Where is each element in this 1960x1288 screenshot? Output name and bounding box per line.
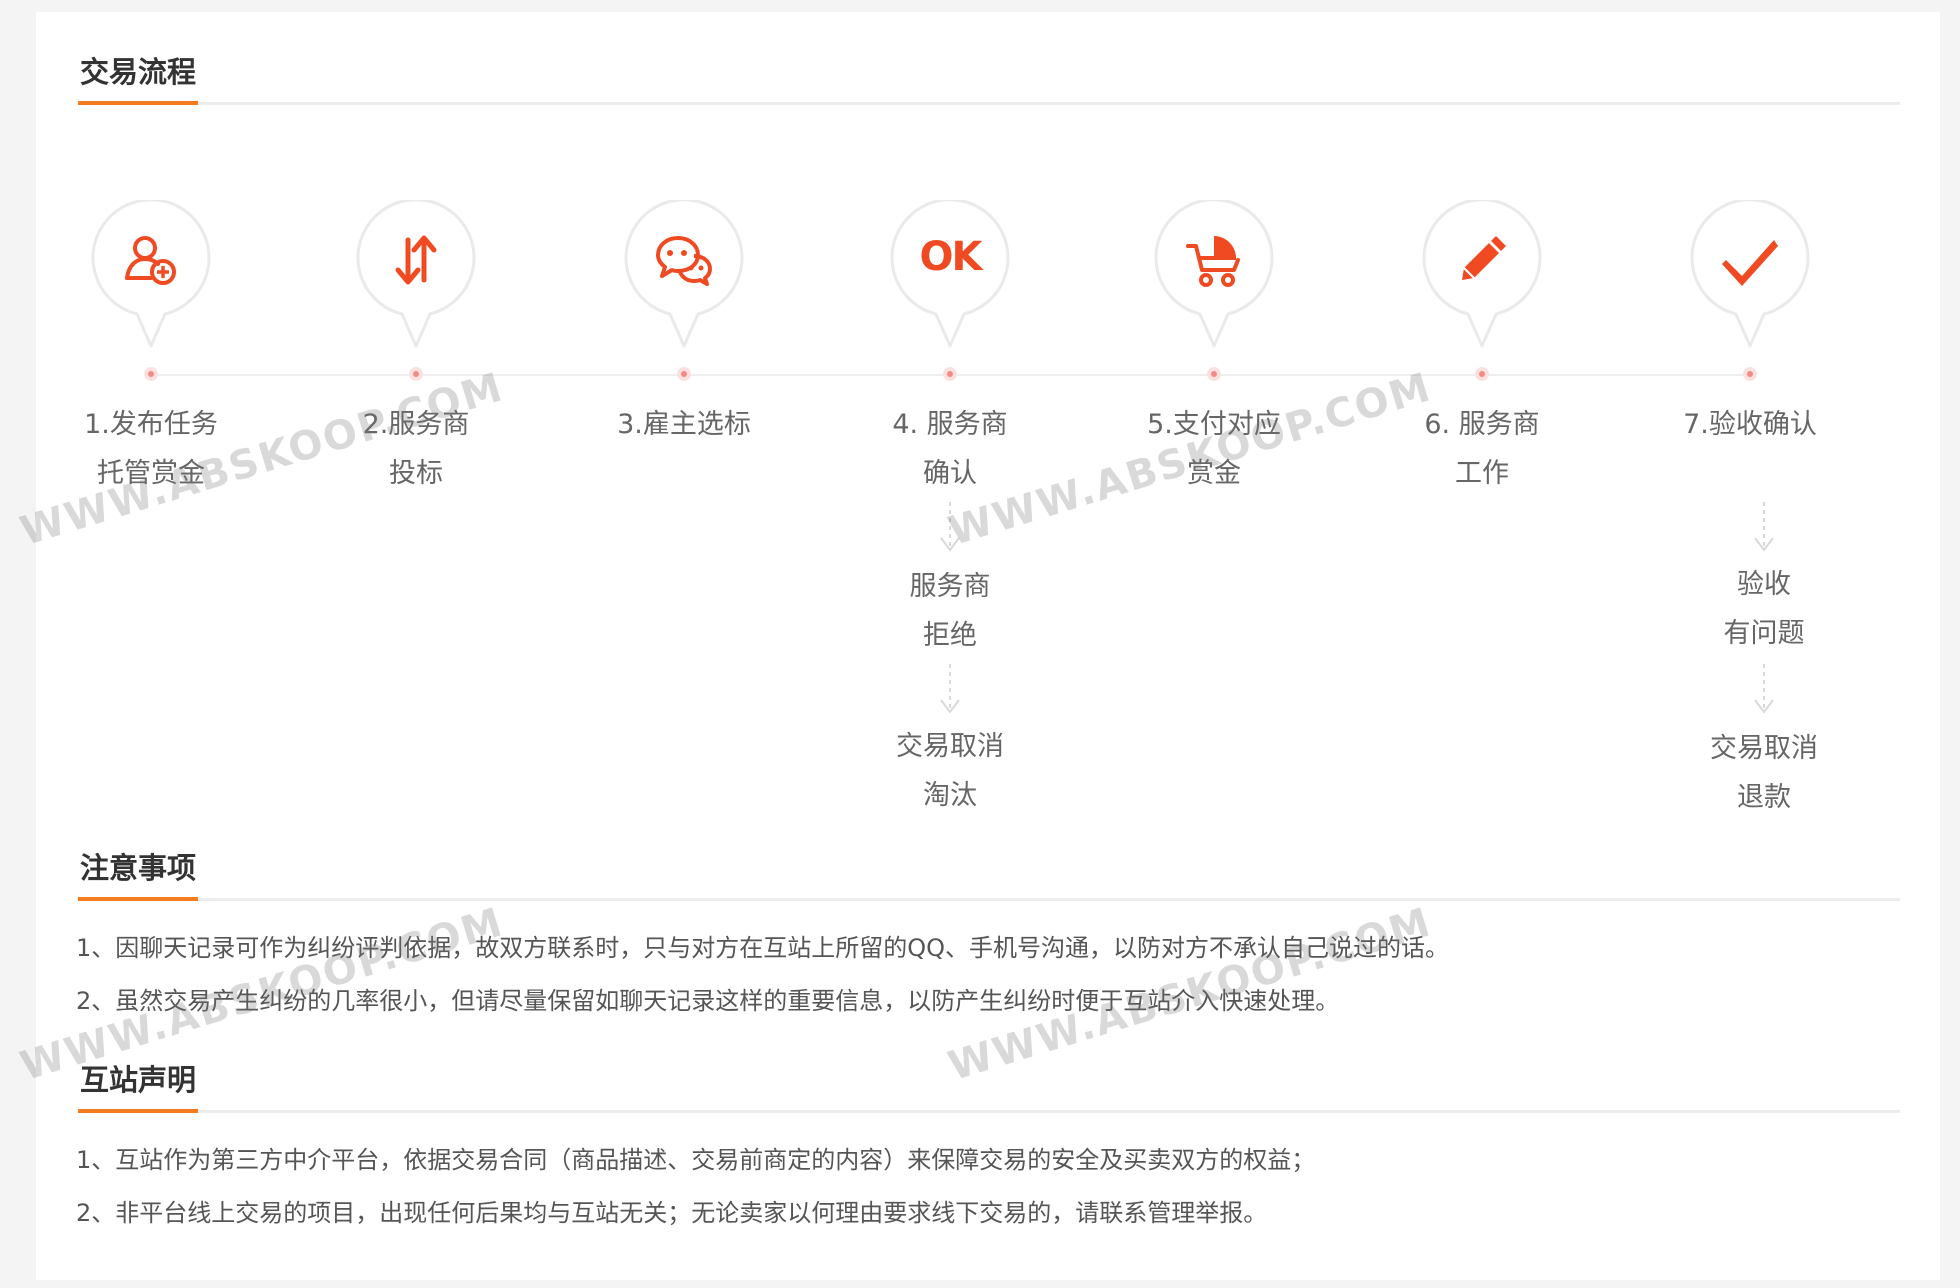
cart-icon bbox=[1186, 236, 1240, 287]
step-label: 1.发布任务 托管赏金 bbox=[16, 400, 286, 498]
step-label: 7.验收确认 bbox=[1615, 400, 1885, 449]
step-pin bbox=[624, 200, 744, 348]
step-label-line: 赏金 bbox=[1187, 458, 1241, 489]
step-label-line: 6. 服务商 bbox=[1424, 409, 1540, 440]
step-label-line: 1.发布任务 bbox=[84, 409, 218, 440]
step-label-line: 确认 bbox=[923, 458, 977, 489]
timeline-dot bbox=[943, 367, 957, 381]
step-label-line: 4. 服务商 bbox=[892, 409, 1008, 440]
step-label: 4. 服务商 确认 bbox=[815, 400, 1085, 498]
exchange-arrows-icon bbox=[395, 235, 437, 285]
statement-list: 1、互站作为第三方中介平台，依据交易合同（商品描述、交易前商定的内容）来保障交易… bbox=[76, 1134, 1896, 1240]
step-pin: OK bbox=[890, 200, 1010, 348]
step-label-line: 5.支付对应 bbox=[1147, 409, 1281, 440]
timeline-dot bbox=[409, 367, 423, 381]
step-pin bbox=[91, 200, 211, 348]
dashed-arrow-down-icon bbox=[940, 664, 960, 714]
dashed-arrow-down-icon bbox=[940, 502, 960, 552]
step-label: 3.雇主选标 bbox=[549, 400, 819, 449]
notice-item: 2、虽然交易产生纠纷的几率很小，但请尽量保留如聊天记录这样的重要信息，以防产生纠… bbox=[76, 987, 1340, 1015]
branch-cancel-eliminate-label: 交易取消 淘汰 bbox=[896, 731, 1004, 811]
checkmark-icon bbox=[1722, 240, 1778, 286]
notice-section-header: 注意事项 bbox=[78, 848, 1900, 901]
statement-section-title: 互站声明 bbox=[78, 1057, 199, 1113]
ok-icon: OK bbox=[919, 234, 983, 280]
statement-item: 2、非平台线上交易的项目，出现任何后果均与互站无关；无论卖家以何理由要求线下交易… bbox=[76, 1199, 1268, 1227]
timeline-dot bbox=[144, 367, 158, 381]
step-pin bbox=[1154, 200, 1274, 348]
step-label-line: 3.雇主选标 bbox=[617, 409, 751, 440]
step-pin bbox=[1690, 200, 1810, 348]
process-section-title: 交易流程 bbox=[78, 49, 199, 105]
step-label: 6. 服务商 工作 bbox=[1347, 400, 1617, 498]
process-section-header: 交易流程 bbox=[78, 52, 1900, 105]
pencil-icon bbox=[1462, 236, 1506, 280]
step-label-line: 2.服务商 bbox=[362, 409, 470, 440]
timeline-dot bbox=[1475, 367, 1489, 381]
notice-list: 1、因聊天记录可作为纠纷评判依据，故双方联系时，只与对方在互站上所留的QQ、手机… bbox=[76, 922, 1896, 1028]
chat-bubbles-icon bbox=[656, 236, 712, 286]
step-pin bbox=[356, 200, 476, 348]
branch-problem-label: 验收 有问题 bbox=[1723, 569, 1805, 649]
dashed-arrow-down-icon bbox=[1754, 502, 1774, 552]
statement-section-header: 互站声明 bbox=[78, 1060, 1900, 1113]
timeline-dot bbox=[1207, 367, 1221, 381]
timeline-dot bbox=[677, 367, 691, 381]
user-add-icon bbox=[125, 236, 176, 285]
step-label-line: 7.验收确认 bbox=[1683, 409, 1817, 440]
step-label: 5.支付对应 赏金 bbox=[1079, 400, 1349, 498]
step-pin bbox=[1422, 200, 1542, 348]
statement-item: 1、互站作为第三方中介平台，依据交易合同（商品描述、交易前商定的内容）来保障交易… bbox=[76, 1146, 1316, 1174]
notice-item: 1、因聊天记录可作为纠纷评判依据，故双方联系时，只与对方在互站上所留的QQ、手机… bbox=[76, 934, 1450, 962]
branch-cancel-refund-label: 交易取消 退款 bbox=[1710, 733, 1818, 813]
step-label-line: 工作 bbox=[1455, 458, 1509, 489]
step-label: 2.服务商投标 bbox=[281, 400, 551, 498]
dashed-arrow-down-icon bbox=[1754, 664, 1774, 714]
step-label-line: 投标 bbox=[389, 458, 443, 489]
branch-reject-label: 服务商 拒绝 bbox=[909, 571, 991, 651]
timeline-dot bbox=[1743, 367, 1757, 381]
notice-section-title: 注意事项 bbox=[78, 845, 199, 901]
step-label-line: 托管赏金 bbox=[97, 458, 205, 489]
